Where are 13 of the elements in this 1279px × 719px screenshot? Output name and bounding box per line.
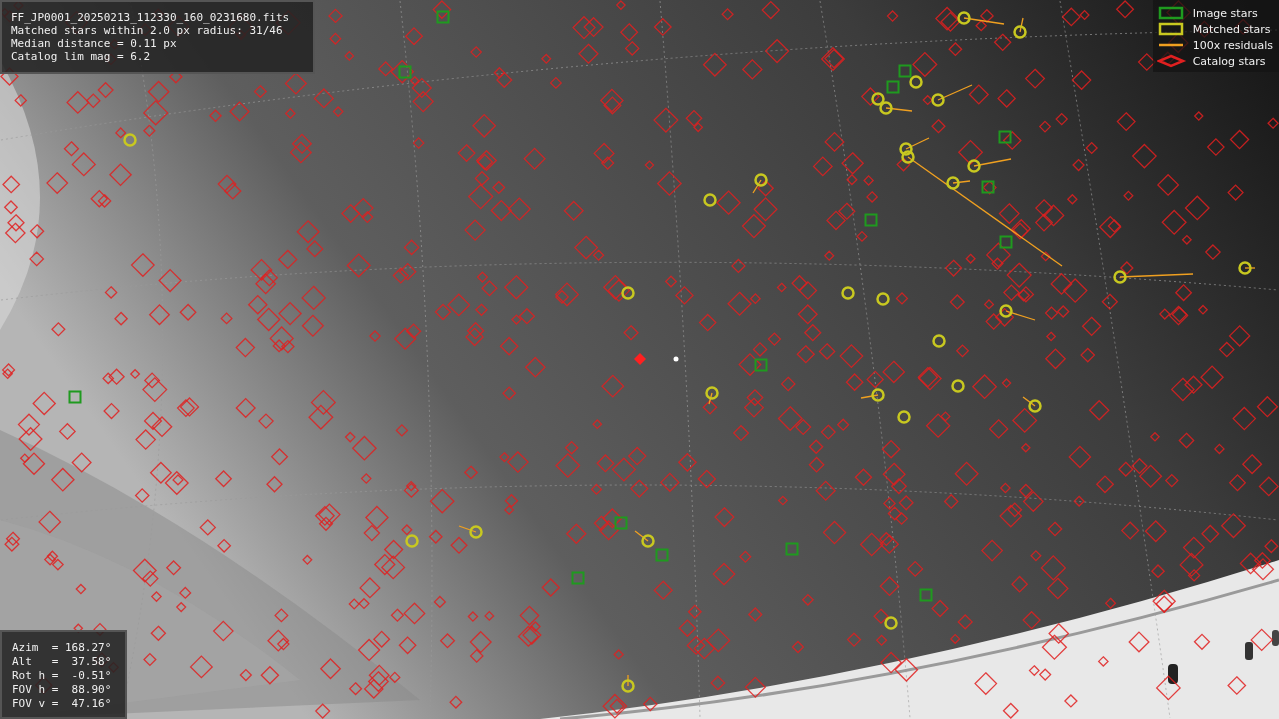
legend-label: Image stars bbox=[1192, 6, 1258, 20]
legend-label: Catalog stars bbox=[1192, 54, 1266, 68]
pointing-text: FOV v = 47.16° bbox=[12, 697, 113, 711]
info-text: Catalog lim mag = 6.2 bbox=[11, 50, 152, 63]
pointing-text: Alt = 37.58° bbox=[12, 655, 113, 669]
info-text: Median distance = 0.11 px bbox=[11, 37, 178, 50]
pointing-text: Azim = 168.27° bbox=[12, 641, 113, 655]
legend-label: 100x residuals bbox=[1192, 38, 1273, 52]
info-text: Matched stars within 2.0 px radius: 31/46 bbox=[11, 24, 284, 37]
info-text: FF_JP0001_20250213_112330_160_0231680.fits bbox=[11, 11, 291, 24]
pointing-text: FOV h = 88.90° bbox=[12, 683, 113, 697]
pointing-text: Rot h = -0.51° bbox=[12, 669, 113, 683]
legend-label: Matched stars bbox=[1192, 22, 1271, 36]
